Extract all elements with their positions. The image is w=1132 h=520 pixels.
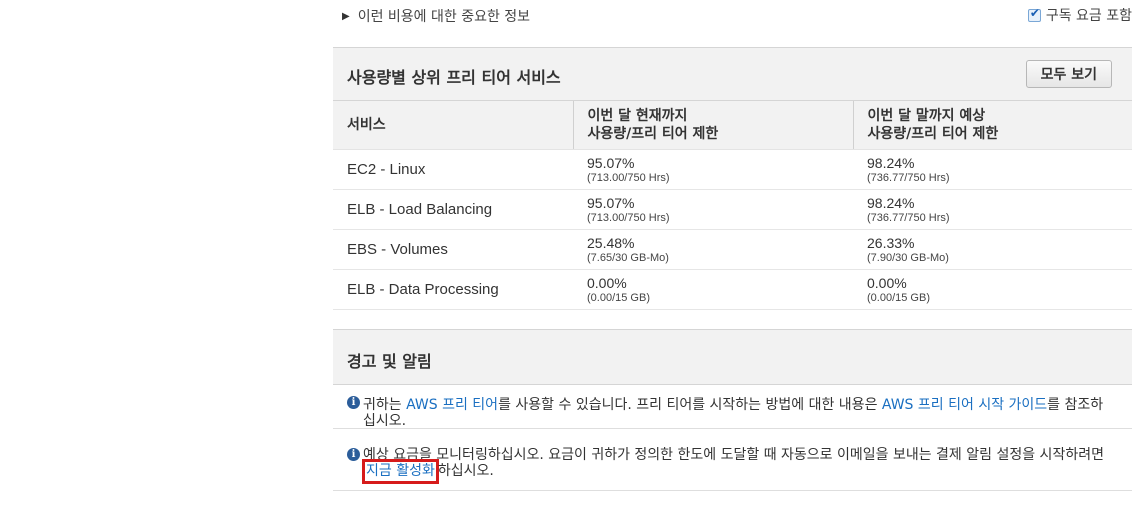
current-usage-cell: 25.48% (7.65/30 GB-Mo) (573, 229, 853, 270)
current-usage-raw: (0.00/15 GB) (587, 291, 650, 304)
service-name: ELB - Data Processing (333, 269, 573, 310)
aws-free-tier-link[interactable]: AWS 프리 티어 (406, 397, 498, 413)
alert-text: 를 사용할 수 있습니다. 프리 티어를 시작하는 방법에 대한 내용은 (498, 397, 882, 413)
important-info-expander[interactable]: ▶ 이런 비용에 대한 중요한 정보 (342, 6, 530, 26)
service-name: EC2 - Linux (333, 149, 573, 190)
top-row: ▶ 이런 비용에 대한 중요한 정보 구독 요금 포함 (342, 0, 1132, 30)
view-all-button[interactable]: 모두 보기 (1025, 60, 1112, 88)
service-name: ELB - Load Balancing (333, 189, 573, 230)
current-usage-cell: 95.07% (713.00/750 Hrs) (573, 149, 853, 190)
enable-now-link[interactable]: 지금 활성화 (362, 459, 439, 484)
alerts-title: 경고 및 알림 (347, 352, 432, 371)
checkmark-icon[interactable] (1027, 6, 1041, 22)
current-usage-percent: 95.07% (587, 154, 635, 171)
table-row: EBS - Volumes 25.48% (7.65/30 GB-Mo) 26.3… (333, 229, 1132, 270)
column-header-forecast-line2: 사용량/프리 티어 제한 (867, 126, 999, 142)
table-row: EC2 - Linux 95.07% (713.00/750 Hrs) 98.24… (333, 149, 1132, 190)
current-usage-cell: 0.00% (0.00/15 GB) (573, 269, 853, 310)
alert-text: 하십시오. (437, 463, 494, 479)
forecast-usage-cell: 26.33% (7.90/30 GB-Mo) (853, 229, 1132, 270)
alert-text: 귀하는 (363, 397, 407, 413)
column-header-current-line2: 사용량/프리 티어 제한 (587, 126, 719, 142)
alert-billing: i 예상 요금을 모니터링하십시오. 요금이 귀하가 정의한 한도에 도달할 때… (333, 429, 1132, 491)
forecast-usage-raw: (0.00/15 GB) (867, 291, 930, 304)
current-usage-percent: 25.48% (587, 234, 635, 251)
table-row: ELB - Data Processing 0.00% (0.00/15 GB) … (333, 269, 1132, 310)
current-usage-percent: 0.00% (587, 274, 627, 291)
forecast-usage-raw: (736.77/750 Hrs) (867, 171, 950, 184)
expander-label: 이런 비용에 대한 중요한 정보 (357, 9, 531, 25)
forecast-usage-cell: 98.24% (736.77/750 Hrs) (853, 149, 1132, 190)
current-usage-raw: (713.00/750 Hrs) (587, 211, 670, 224)
include-subscription-toggle[interactable]: 구독 요금 포함 (1027, 5, 1132, 25)
service-name: EBS - Volumes (333, 229, 573, 270)
forecast-usage-percent: 26.33% (867, 234, 915, 251)
table-row: ELB - Load Balancing 95.07% (713.00/750 H… (333, 189, 1132, 230)
triangle-right-icon: ▶ (342, 10, 350, 22)
free-tier-header: 사용량별 상위 프리 티어 서비스 모두 보기 (333, 47, 1132, 101)
column-header-forecast: 이번 달 말까지 예상 사용량/프리 티어 제한 (852, 101, 1132, 150)
free-tier-title: 사용량별 상위 프리 티어 서비스 (347, 68, 561, 87)
current-usage-raw: (713.00/750 Hrs) (587, 171, 670, 184)
free-tier-guide-link[interactable]: AWS 프리 티어 시작 가이드 (882, 397, 1047, 413)
alert-text: 예상 요금을 모니터링하십시오. 요금이 귀하가 정의한 한도에 도달할 때 자… (363, 447, 1104, 463)
current-usage-raw: (7.65/30 GB-Mo) (587, 251, 669, 264)
free-tier-table: 서비스 이번 달 현재까지 사용량/프리 티어 제한 이번 달 말까지 예상 사… (333, 101, 1132, 310)
forecast-usage-percent: 0.00% (867, 274, 907, 291)
current-usage-cell: 95.07% (713.00/750 Hrs) (573, 189, 853, 230)
alert-free-tier: i 귀하는 AWS 프리 티어를 사용할 수 있습니다. 프리 티어를 시작하는… (333, 385, 1132, 429)
subscription-checkbox-label: 구독 요금 포함 (1045, 8, 1132, 24)
forecast-usage-percent: 98.24% (867, 194, 915, 211)
column-header-current-line1: 이번 달 현재까지 (587, 108, 688, 124)
column-header-service: 서비스 (333, 101, 573, 150)
forecast-usage-cell: 98.24% (736.77/750 Hrs) (853, 189, 1132, 230)
forecast-usage-raw: (736.77/750 Hrs) (867, 211, 950, 224)
alerts-header: 경고 및 알림 (333, 329, 1132, 385)
current-usage-percent: 95.07% (587, 194, 635, 211)
alerts-panel: 경고 및 알림 i 귀하는 AWS 프리 티어를 사용할 수 있습니다. 프리 … (333, 329, 1132, 491)
column-header-forecast-line1: 이번 달 말까지 예상 (867, 108, 986, 124)
free-tier-panel: 사용량별 상위 프리 티어 서비스 모두 보기 서비스 이번 달 현재까지 사용… (333, 47, 1132, 310)
forecast-usage-raw: (7.90/30 GB-Mo) (867, 251, 949, 264)
column-header-current: 이번 달 현재까지 사용량/프리 티어 제한 (572, 101, 853, 150)
table-header-row: 서비스 이번 달 현재까지 사용량/프리 티어 제한 이번 달 말까지 예상 사… (333, 101, 1132, 150)
info-circle-icon: i (347, 396, 360, 409)
info-circle-icon: i (347, 448, 360, 461)
forecast-usage-cell: 0.00% (0.00/15 GB) (853, 269, 1132, 310)
forecast-usage-percent: 98.24% (867, 154, 915, 171)
